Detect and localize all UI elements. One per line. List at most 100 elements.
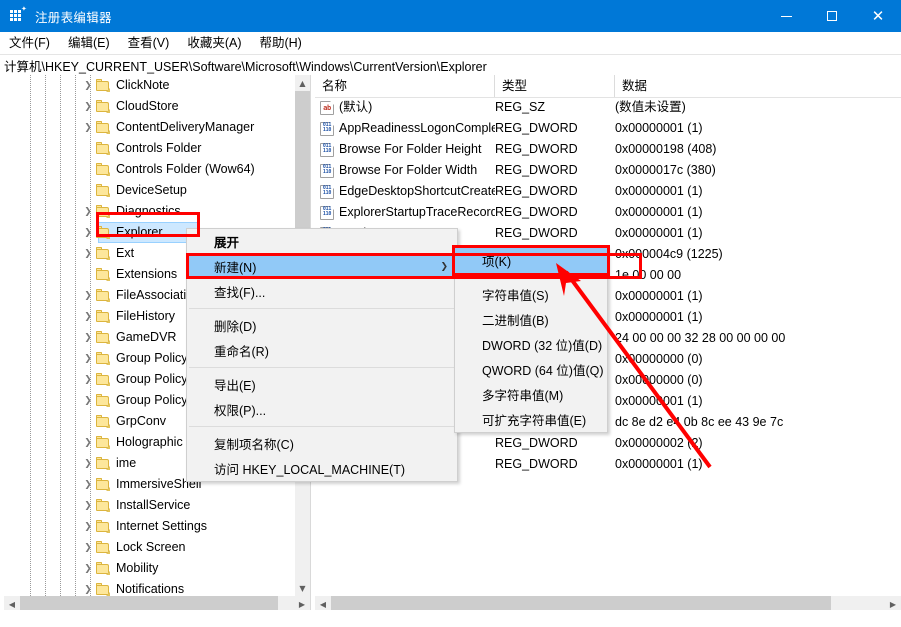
value-row[interactable]: 011110AppReadinessLogonCompleteREG_DWORD…: [315, 118, 901, 139]
menu-favorites[interactable]: 收藏夹(A): [178, 32, 250, 54]
chevron-right-icon[interactable]: ❯: [80, 117, 96, 138]
new-submenu[interactable]: 项(K) 字符串值(S)二进制值(B)DWORD (32 位)值(D)QWORD …: [454, 247, 608, 433]
tree-item[interactable]: ❯DeviceSetup: [0, 180, 296, 201]
submenu-item[interactable]: 字符串值(S): [455, 282, 607, 307]
value-row[interactable]: 011110Browse For Folder WidthREG_DWORD0x…: [315, 160, 901, 181]
context-menu-item[interactable]: 导出(E): [187, 372, 457, 397]
chevron-right-icon[interactable]: ❯: [80, 201, 96, 222]
value-data-cell: 0x00000001 (1): [615, 454, 901, 475]
column-header-data[interactable]: 数据: [615, 75, 901, 97]
tree-item-label: Ext: [116, 243, 134, 264]
tree-scroll-right-icon[interactable]: ▶: [294, 596, 310, 610]
chevron-right-icon[interactable]: ❯: [80, 243, 96, 264]
chevron-right-icon[interactable]: ❯: [80, 348, 96, 369]
tree-hscrollbar-thumb[interactable]: [20, 596, 278, 610]
folder-icon: [96, 311, 110, 323]
window-title: 注册表编辑器: [35, 7, 112, 26]
value-row[interactable]: ab(默认)REG_SZ(数值未设置): [315, 97, 901, 118]
menu-help[interactable]: 帮助(H): [250, 32, 310, 54]
menu-separator: [457, 277, 605, 278]
tree-item[interactable]: ❯Controls Folder: [0, 138, 296, 159]
chevron-right-icon[interactable]: ❯: [80, 495, 96, 516]
context-menu-item[interactable]: 重命名(R): [187, 338, 457, 363]
tree-context-menu[interactable]: 展开新建(N)❯ 查找(F)... 删除(D)重命名(R) 导出(E)权限(P)...…: [186, 228, 458, 482]
values-scroll-right-icon[interactable]: ▶: [885, 596, 901, 610]
context-menu-item[interactable]: 删除(D): [187, 313, 457, 338]
maximize-button[interactable]: [809, 0, 855, 32]
close-button[interactable]: ✕: [855, 0, 901, 32]
tree-item[interactable]: ❯ClickNote: [0, 75, 296, 96]
submenu-item[interactable]: DWORD (32 位)值(D): [455, 332, 607, 357]
folder-icon: [96, 248, 110, 260]
chevron-right-icon[interactable]: ❯: [80, 306, 96, 327]
minimize-button[interactable]: [763, 0, 809, 32]
folder-icon: [96, 521, 110, 533]
folder-icon: [96, 269, 110, 281]
chevron-right-icon[interactable]: ❯: [80, 96, 96, 117]
value-row[interactable]: 011110ExplorerStartupTraceRecordedREG_DW…: [315, 202, 901, 223]
value-type-cell: REG_DWORD: [495, 433, 615, 454]
values-scroll-left-icon[interactable]: ◀: [315, 596, 331, 610]
tree-scroll-left-icon[interactable]: ◀: [4, 596, 20, 610]
value-type-cell: REG_DWORD: [495, 202, 615, 223]
chevron-right-icon[interactable]: ❯: [80, 222, 96, 243]
tree-scroll-down-icon[interactable]: ▼: [295, 580, 310, 596]
tree-item-label: GrpConv: [116, 411, 166, 432]
submenu-item[interactable]: 二进制值(B): [455, 307, 607, 332]
tree-item[interactable]: ❯CloudStore: [0, 96, 296, 117]
values-hscrollbar-thumb[interactable]: [331, 596, 831, 610]
tree-item[interactable]: ❯Mobility: [0, 558, 296, 579]
context-menu-item[interactable]: 复制项名称(C): [187, 431, 457, 456]
chevron-right-icon[interactable]: ❯: [80, 390, 96, 411]
context-menu-item-label: 查找(F)...: [214, 282, 265, 301]
value-data-cell: 0x00000001 (1): [615, 181, 901, 202]
tree-item[interactable]: ❯Controls Folder (Wow64): [0, 159, 296, 180]
value-name: ExplorerStartupTraceRecorded: [339, 202, 495, 223]
value-data-cell: 0x00000198 (408): [615, 139, 901, 160]
tree-item[interactable]: ❯Internet Settings: [0, 516, 296, 537]
value-name: AppReadinessLogonComplete: [339, 118, 495, 139]
tree-item[interactable]: ❯Diagnostics: [0, 201, 296, 222]
submenu-item[interactable]: 项(K): [455, 248, 607, 273]
context-menu-item[interactable]: 展开: [187, 229, 457, 254]
menu-edit[interactable]: 编辑(E): [59, 32, 119, 54]
value-row[interactable]: 011110EdgeDesktopShortcutCreatedREG_DWOR…: [315, 181, 901, 202]
chevron-right-icon[interactable]: ❯: [80, 537, 96, 558]
value-row[interactable]: 011110Browse For Folder HeightREG_DWORD0…: [315, 139, 901, 160]
tree-scroll-up-icon[interactable]: ▲: [295, 75, 310, 91]
submenu-item[interactable]: 多字符串值(M): [455, 382, 607, 407]
submenu-item[interactable]: QWORD (64 位)值(Q): [455, 357, 607, 382]
address-bar[interactable]: 计算机\HKEY_CURRENT_USER\Software\Microsoft…: [0, 54, 901, 76]
tree-horizontal-scrollbar[interactable]: ◀ ▶: [4, 596, 310, 610]
chevron-right-icon[interactable]: ❯: [80, 327, 96, 348]
submenu-item-label: 可扩充字符串值(E): [482, 410, 586, 429]
chevron-right-icon[interactable]: ❯: [80, 474, 96, 495]
chevron-right-icon[interactable]: ❯: [80, 285, 96, 306]
column-header-type[interactable]: 类型: [495, 75, 615, 97]
context-menu-item[interactable]: 查找(F)...: [187, 279, 457, 304]
tree-item[interactable]: ❯Lock Screen: [0, 537, 296, 558]
context-menu-item[interactable]: 新建(N)❯: [187, 254, 457, 279]
context-menu-item[interactable]: 访问 HKEY_LOCAL_MACHINE(T): [187, 456, 457, 481]
values-horizontal-scrollbar[interactable]: ◀ ▶: [315, 596, 901, 610]
tree-item[interactable]: ❯ContentDeliveryManager: [0, 117, 296, 138]
chevron-right-icon[interactable]: ❯: [80, 516, 96, 537]
chevron-right-icon[interactable]: ❯: [80, 453, 96, 474]
value-type-cell: REG_DWORD: [495, 118, 615, 139]
submenu-item[interactable]: 可扩充字符串值(E): [455, 407, 607, 432]
menu-view[interactable]: 查看(V): [119, 32, 179, 54]
tree-item[interactable]: ❯InstallService: [0, 495, 296, 516]
context-menu-item[interactable]: 权限(P)...: [187, 397, 457, 422]
value-data-cell: 24 00 00 00 32 28 00 00 00 00: [615, 328, 901, 349]
column-header-name[interactable]: 名称: [315, 75, 495, 97]
tree-leaf-spacer: ❯: [80, 411, 96, 432]
tree-item-label: Extensions: [116, 264, 177, 285]
chevron-right-icon[interactable]: ❯: [80, 75, 96, 96]
menu-file[interactable]: 文件(F): [0, 32, 59, 54]
tree-scrollbar-thumb[interactable]: [295, 91, 310, 241]
chevron-right-icon[interactable]: ❯: [80, 369, 96, 390]
chevron-right-icon[interactable]: ❯: [80, 558, 96, 579]
submenu-item-label: 多字符串值(M): [482, 385, 563, 404]
chevron-right-icon[interactable]: ❯: [80, 432, 96, 453]
folder-icon: [96, 101, 110, 113]
